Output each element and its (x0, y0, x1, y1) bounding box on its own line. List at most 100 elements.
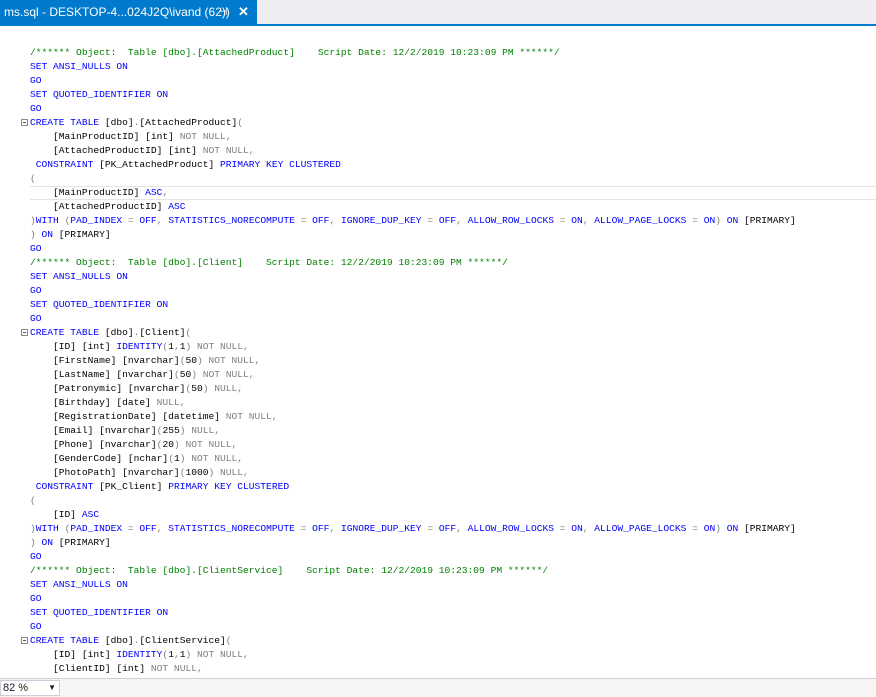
code-line[interactable]: [ClientID] [int] NOT NULL, (30, 662, 203, 676)
code-line[interactable]: GO (30, 550, 42, 564)
chevron-down-icon: ▼ (48, 683, 56, 692)
code-token: [MainProductID] [int] (30, 131, 180, 142)
code-line[interactable]: SET ANSI_NULLS ON (30, 270, 128, 284)
code-line[interactable]: CREATE TABLE [dbo].[Client]( (30, 326, 191, 340)
code-token: [PRIMARY] (744, 215, 796, 226)
code-token: PAD_INDEX (70, 215, 128, 226)
code-line[interactable]: SET QUOTED_IDENTIFIER ON (30, 88, 168, 102)
code-line[interactable]: /****** Object: Table [dbo].[ClientServi… (30, 564, 548, 578)
pin-icon[interactable]: ⊣ (218, 0, 228, 24)
code-line[interactable]: [LastName] [nvarchar](50) NOT NULL, (30, 368, 255, 382)
code-token: [dbo] (104, 117, 134, 128)
code-token: ON (726, 523, 744, 534)
code-line[interactable]: SET QUOTED_IDENTIFIER ON (30, 606, 168, 620)
code-line[interactable]: ( (30, 494, 36, 508)
code-token: ALLOW_ROW_LOCKS (467, 523, 560, 534)
zoom-dropdown[interactable]: 82 % ▼ (0, 680, 60, 696)
code-line[interactable]: GO (30, 312, 42, 326)
code-token: 1000 (185, 467, 209, 478)
code-line[interactable]: [Birthday] [date] NULL, (30, 396, 185, 410)
code-line[interactable]: [AttachedProductID] [int] NOT NULL, (30, 144, 255, 158)
code-line[interactable]: [Phone] [nvarchar](20) NOT NULL, (30, 438, 237, 452)
code-token: [ClientID] [int] (30, 663, 151, 674)
code-token: /****** Object: Table [dbo].[ClientServi… (30, 565, 549, 576)
code-line[interactable]: CONSTRAINT [PK_AttachedProduct] PRIMARY … (30, 158, 341, 172)
code-line[interactable]: ) ON [PRIMARY] (30, 536, 111, 550)
code-token: [MainProductID] (30, 187, 146, 198)
code-token: ) (715, 215, 727, 226)
code-line[interactable]: [AttachedProductID] ASC (30, 200, 185, 214)
code-line[interactable]: CONSTRAINT [PK_Client] PRIMARY KEY CLUST… (30, 480, 289, 494)
code-line[interactable]: SET ANSI_NULLS ON (30, 578, 128, 592)
code-line[interactable]: [Patronymic] [nvarchar](50) NULL, (30, 382, 243, 396)
code-token: , (329, 523, 341, 534)
code-line[interactable]: GO (30, 284, 42, 298)
code-token: STATISTICS_NORECOMPUTE (168, 523, 301, 534)
code-token: NOT NULL, (179, 131, 232, 142)
code-line[interactable]: GO (30, 242, 42, 256)
code-line[interactable]: [Email] [nvarchar](255) NULL, (30, 424, 220, 438)
code-token: ) NOT NULL, (185, 649, 249, 660)
code-line[interactable]: SET QUOTED_IDENTIFIER ON (30, 298, 168, 312)
code-token: = (427, 523, 439, 534)
code-line[interactable]: [ID] [int] IDENTITY(1,1) NOT NULL, (30, 340, 249, 354)
code-token: ) NULL, (202, 383, 244, 394)
code-line[interactable]: CREATE TABLE [dbo].[AttachedProduct]( (30, 116, 243, 130)
code-token: [Phone] [nvarchar] (30, 439, 157, 450)
code-token: CREATE TABLE (30, 327, 105, 338)
collapse-region-icon[interactable] (21, 637, 28, 644)
code-token: ( (30, 173, 36, 184)
code-token: SET ANSI_NULLS ON (30, 61, 128, 72)
code-line[interactable]: GO (30, 74, 42, 88)
code-token: OFF (438, 215, 457, 226)
code-line[interactable]: [ID] ASC (30, 508, 99, 522)
close-icon[interactable]: ✕ (238, 0, 249, 24)
code-line[interactable]: ) ON [PRIMARY] (30, 228, 111, 242)
code-token: ) (30, 229, 42, 240)
code-token: , (162, 187, 169, 198)
code-token: , (456, 523, 468, 534)
code-token: [ID] [int] (30, 341, 117, 352)
code-line[interactable]: [MainProductID] [int] NOT NULL, (30, 130, 232, 144)
code-token: OFF (139, 215, 157, 226)
code-token: = (559, 215, 572, 226)
code-line[interactable]: [FirstName] [nvarchar](50) NOT NULL, (30, 354, 260, 368)
code-token: , (156, 215, 169, 226)
code-line[interactable]: )WITH (PAD_INDEX = OFF, STATISTICS_NOREC… (30, 522, 796, 536)
code-token: NOT NULL, (150, 663, 203, 674)
code-line[interactable]: GO (30, 620, 42, 634)
code-line[interactable]: SET ANSI_NULLS ON (30, 60, 128, 74)
collapse-region-icon[interactable] (21, 329, 28, 336)
code-line[interactable]: /****** Object: Table [dbo].[AttachedPro… (30, 46, 560, 60)
code-line[interactable]: ( (30, 172, 36, 186)
code-token: = (559, 523, 572, 534)
collapse-region-icon[interactable] (21, 119, 28, 126)
code-token: ) NOT NULL, (179, 453, 244, 464)
code-token: ) (715, 523, 727, 534)
code-line[interactable]: [GenderCode] [nchar](1) NOT NULL, (30, 452, 243, 466)
editor-bottom-bar: 82 % ▼ (0, 678, 876, 697)
code-token: WITH (35, 215, 65, 226)
tab-ms-sql[interactable]: ms.sql - DESKTOP-4...024J2Q\ivand (62)) … (0, 0, 257, 24)
code-token: , (582, 215, 595, 226)
code-token: /****** Object: Table [dbo].[AttachedPro… (30, 47, 560, 58)
code-line[interactable]: [PhotoPath] [nvarchar](1000) NULL, (30, 466, 249, 480)
code-line[interactable]: CREATE TABLE [dbo].[ClientService]( (30, 634, 232, 648)
code-line[interactable]: /****** Object: Table [dbo].[Client] Scr… (30, 256, 508, 270)
code-line[interactable]: [ID] [int] IDENTITY(1,1) NOT NULL, (30, 648, 249, 662)
code-token: ON (726, 215, 744, 226)
code-token: [AttachedProduct] (139, 117, 238, 128)
code-token: [AttachedProductID] (30, 201, 169, 212)
tab-title: ms.sql - DESKTOP-4...024J2Q\ivand (62)) (4, 5, 230, 19)
code-token: OFF (139, 523, 157, 534)
code-line[interactable]: [RegistrationDate] [datetime] NOT NULL, (30, 410, 278, 424)
code-line[interactable]: [MainProductID] ASC, (30, 186, 876, 200)
horizontal-scrollbar[interactable] (62, 681, 876, 695)
code-line[interactable]: GO (30, 102, 42, 116)
code-token: ) (30, 537, 42, 548)
code-line[interactable]: )WITH (PAD_INDEX = OFF, STATISTICS_NOREC… (30, 214, 796, 228)
code-token: ( (185, 327, 192, 338)
code-line[interactable]: GO (30, 592, 42, 606)
sql-editor[interactable]: /****** Object: Table [dbo].[AttachedPro… (0, 26, 876, 678)
code-token: ON (703, 523, 716, 534)
